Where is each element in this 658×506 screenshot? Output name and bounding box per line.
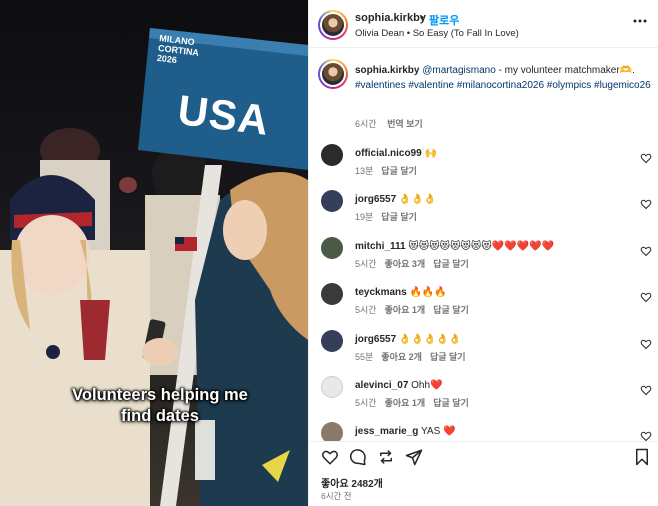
reply-button[interactable]: 답글 달기 [381, 166, 417, 176]
commenter-username[interactable]: mitchi_111 [355, 241, 406, 252]
comment-time: 13분 [355, 166, 374, 176]
comment-time: 19분 [355, 212, 374, 223]
comment-row: jorg6557 👌👌👌👌👌 55분 좋아요 2개 답글 달기 [309, 329, 658, 376]
follow-button[interactable]: 팔로우 [429, 12, 459, 28]
reply-button[interactable]: 답글 달기 [430, 352, 466, 362]
commenter-username[interactable]: jorg6557 [355, 334, 396, 345]
commenter-avatar[interactable] [321, 329, 343, 352]
comment-likes[interactable]: 좋아요 1개 [385, 305, 426, 315]
comment-time: 5시간 [355, 258, 377, 269]
comment-row: jorg6557 👌👌👌 19분 답글 달기 [309, 190, 658, 236]
comment-like-heart-icon[interactable] [640, 152, 652, 164]
caption-text: - my volunteer matchmaker🫶. [495, 65, 635, 76]
separator: • [420, 12, 424, 24]
comment-likes[interactable]: 좋아요 3개 [385, 259, 426, 269]
author-username[interactable]: sophia.kirkby [355, 12, 426, 24]
comment-like-heart-icon[interactable] [640, 430, 652, 441]
caption-avatar[interactable] [318, 59, 348, 89]
comment-time: 5시간 [355, 398, 377, 408]
author-avatar[interactable] [318, 10, 348, 40]
share-icon[interactable] [405, 448, 423, 466]
comment-likes[interactable]: 좋아요 2개 [381, 352, 422, 362]
comment-row: mitchi_111 😻😻😻😻😻😻😻😻❤️❤️❤️❤️❤️ 5시간 좋아요 3개 답글… [309, 236, 658, 283]
bookmark-icon[interactable] [633, 448, 651, 466]
caption-time: 6시간 [355, 119, 377, 129]
comment-text: YAS ❤️ [421, 426, 456, 438]
post-panel: sophia.kirkby • 팔로우 Olivia Dean • So Eas… [308, 0, 658, 506]
commenter-avatar[interactable] [321, 190, 343, 213]
heart-icon[interactable] [321, 448, 339, 466]
comment-time: 5시간 [355, 305, 377, 316]
sign-brand-logo: MILANO CORTINA 2026 [156, 33, 200, 66]
comment-time: 55분 [355, 351, 374, 362]
comment-row: official.nico99 🙌 13분 답글 달기 [309, 144, 658, 190]
commenter-avatar[interactable] [321, 422, 343, 441]
commenter-username[interactable]: teyckmans [355, 287, 407, 298]
commenter-avatar[interactable] [321, 376, 343, 398]
commenter-username[interactable]: jorg6557 [355, 194, 396, 205]
comment-like-heart-icon[interactable] [640, 198, 652, 210]
reply-button[interactable]: 답글 달기 [433, 305, 469, 315]
comment-text: 🙌 [424, 148, 437, 159]
comment-text: 👌👌👌👌👌 [398, 333, 462, 345]
translate-button[interactable]: 번역 보기 [387, 119, 423, 129]
video-caption: Volunteers helping me find dates [72, 386, 248, 425]
comments-scroll[interactable]: sophia.kirkby @martagismano - my volunte… [309, 49, 658, 441]
comment-like-heart-icon[interactable] [640, 291, 652, 303]
caption-username[interactable]: sophia.kirkby [355, 65, 419, 76]
caption-mention[interactable]: @martagismano [422, 65, 496, 76]
commenter-username[interactable]: jess_marie_g [355, 426, 418, 437]
comment-row: alevinci_07 Ohh❤️ 5시간 좋아요 1개 답글 달기 [309, 376, 658, 422]
repost-icon[interactable] [377, 448, 395, 466]
comment-text: 👌👌👌 [398, 194, 437, 206]
comment-row: jess_marie_g YAS ❤️ [309, 422, 658, 441]
posted-time: 6시간 전 [321, 491, 352, 501]
reply-button[interactable]: 답글 달기 [381, 212, 417, 222]
commenter-avatar[interactable] [321, 236, 343, 259]
comment-like-heart-icon[interactable] [640, 245, 652, 257]
photo-scene [0, 28, 308, 506]
comment-likes[interactable]: 좋아요 1개 [385, 398, 426, 408]
likes-count[interactable]: 좋아요 2482개 [321, 475, 383, 490]
audio-track[interactable]: Olivia Dean • So Easy (To Fall In Love) [355, 28, 519, 39]
comment-row: teyckmans 🔥🔥🔥 5시간 좋아요 1개 답글 달기 [309, 283, 658, 329]
comment-like-heart-icon[interactable] [640, 384, 652, 396]
more-icon[interactable] [632, 13, 648, 34]
commenter-avatar[interactable] [321, 283, 343, 306]
post-media[interactable]: MILANO CORTINA 2026 USA Volunteers helpi… [0, 0, 308, 506]
commenter-avatar[interactable] [321, 144, 343, 166]
action-bar: 좋아요 2482개 6시간 전 [309, 441, 658, 506]
reply-button[interactable]: 답글 달기 [433, 398, 469, 408]
caption-hashtags[interactable]: #valentines #valentine #milanocortina202… [355, 80, 651, 91]
comment-icon[interactable] [349, 448, 367, 466]
comment-text: Ohh❤️ [411, 380, 443, 391]
commenter-username[interactable]: alevinci_07 [355, 380, 408, 391]
comment-text: 😻😻😻😻😻😻😻😻❤️❤️❤️❤️❤️ [408, 240, 555, 252]
reply-button[interactable]: 답글 달기 [433, 259, 469, 269]
comment-text: 🔥🔥🔥 [409, 287, 447, 299]
comment-like-heart-icon[interactable] [640, 338, 652, 350]
post-header: sophia.kirkby • 팔로우 Olivia Dean • So Eas… [309, 0, 658, 48]
commenter-username[interactable]: official.nico99 [355, 148, 422, 159]
